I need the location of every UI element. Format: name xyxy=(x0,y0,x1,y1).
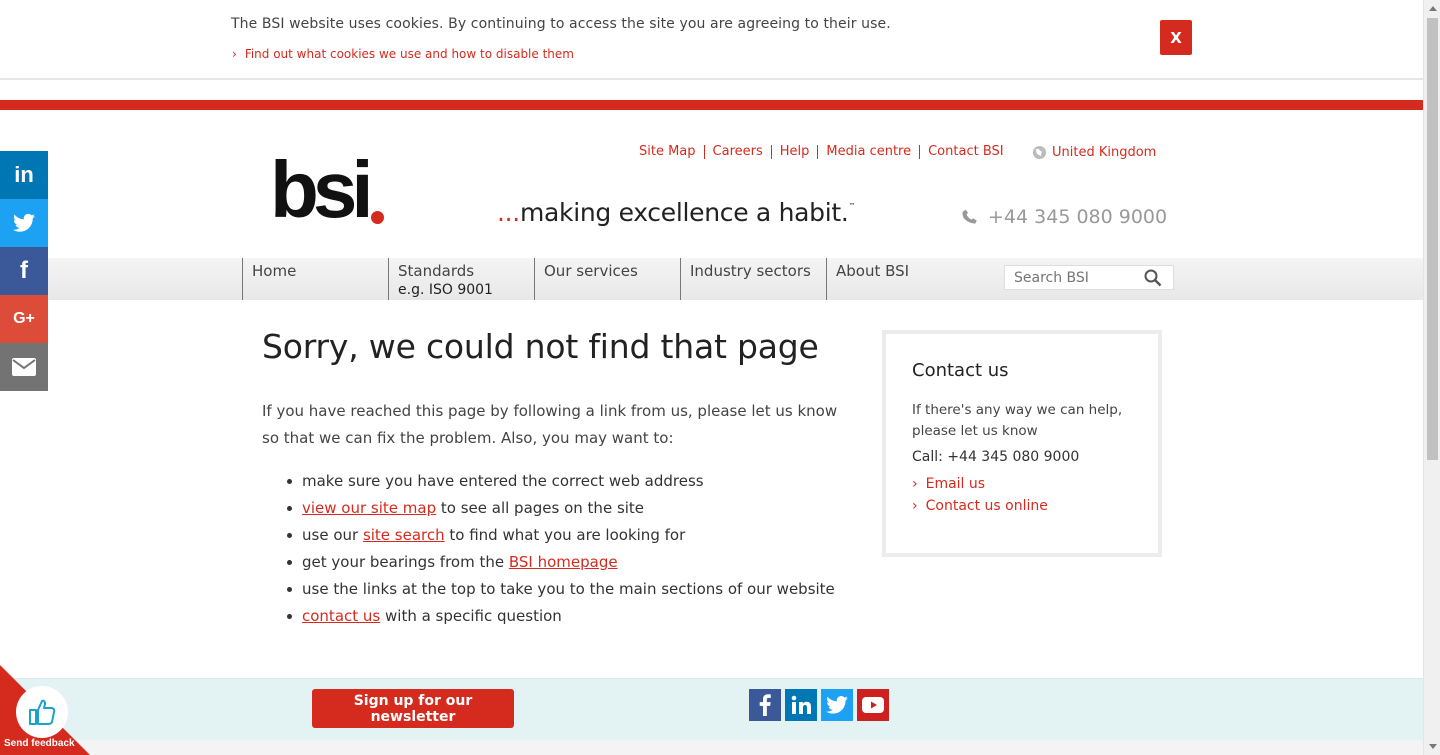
contact-phone: Call: +44 345 080 9000 xyxy=(912,449,1080,465)
cookie-banner: The BSI website uses cookies. By continu… xyxy=(0,0,1423,80)
twitter-icon xyxy=(826,696,848,714)
nav-our-services-label: Our services xyxy=(544,262,638,280)
nav-industry-sectors[interactable]: Industry sectors xyxy=(680,258,826,300)
site-map-link[interactable]: view our site map xyxy=(302,499,436,517)
list-item-text: with a specific question xyxy=(380,607,562,625)
nav-about-bsi-label: About BSI xyxy=(836,262,910,280)
intro-text: If you have reached this page by followi… xyxy=(262,402,838,447)
page-bottom-strip xyxy=(0,740,1423,755)
page-title: Sorry, we could not find that page xyxy=(262,327,819,366)
cookie-info-link[interactable]: › Find out what cookies we use and how to… xyxy=(232,47,574,61)
util-link-careers[interactable]: Careers xyxy=(705,145,772,159)
scroll-down-arrow-icon[interactable] xyxy=(1424,738,1440,755)
facebook-icon xyxy=(759,694,771,716)
nav-home-label: Home xyxy=(252,262,297,280)
scrollbar-thumb[interactable] xyxy=(1427,18,1438,460)
list-item: use the links at the top to take you to … xyxy=(262,576,862,603)
youtube-icon xyxy=(862,697,884,713)
logo-dot xyxy=(371,211,384,224)
scrollbar[interactable] xyxy=(1423,0,1440,755)
globe-icon xyxy=(1032,145,1047,160)
feedback-widget[interactable]: Send feedback xyxy=(0,665,90,755)
list-item-text: to see all pages on the site xyxy=(436,499,645,517)
list-item: make sure you have entered the correct w… xyxy=(262,468,862,495)
tagline-dots: ... xyxy=(497,198,520,227)
util-link-media-centre[interactable]: Media centre xyxy=(818,145,921,159)
cookie-message: The BSI website uses cookies. By continu… xyxy=(231,16,891,32)
nav-standards-sub: e.g. ISO 9001 xyxy=(398,282,493,298)
list-item-text: make sure you have entered the correct w… xyxy=(302,472,704,490)
region-selector[interactable]: United Kingdom xyxy=(1032,145,1156,160)
contact-online-label: Contact us online xyxy=(925,498,1048,514)
list-item-text: get your bearings from the xyxy=(302,553,509,571)
email-us-link[interactable]: › Email us xyxy=(912,473,1132,495)
homepage-link[interactable]: BSI homepage xyxy=(509,553,618,571)
chevron-right-icon: › xyxy=(912,498,918,514)
util-link-site-map[interactable]: Site Map xyxy=(639,145,705,159)
suggestion-list: make sure you have entered the correct w… xyxy=(262,468,862,630)
share-linkedin-button[interactable]: in xyxy=(0,151,48,199)
twitter-icon xyxy=(13,213,35,232)
nav-standards[interactable]: Standards e.g. ISO 9001 xyxy=(388,258,534,300)
footer-twitter-button[interactable] xyxy=(821,689,853,721)
footer-youtube-button[interactable] xyxy=(857,689,889,721)
feedback-circle xyxy=(16,686,68,738)
brand-stripe xyxy=(0,100,1423,110)
trademark-mark: ™ xyxy=(848,202,856,210)
list-item-text: use the links at the top to take you to … xyxy=(302,580,835,598)
newsletter-signup-button[interactable]: Sign up for our newsletter xyxy=(312,689,514,728)
header-phone: +44 345 080 9000 xyxy=(962,206,1167,228)
list-item-text: to find what you are looking for xyxy=(444,526,686,544)
list-item: view our site map to see all pages on th… xyxy=(262,495,862,522)
email-icon xyxy=(12,358,36,376)
thumbs-up-icon xyxy=(29,699,56,725)
social-share-bar: in f G+ xyxy=(0,151,48,391)
facebook-icon: f xyxy=(20,257,28,284)
list-item-text: use our xyxy=(302,526,363,544)
tagline: ...making excellence a habit.™ xyxy=(497,198,856,227)
nav-industry-sectors-label: Industry sectors xyxy=(690,262,811,280)
contact-online-link[interactable]: › Contact us online xyxy=(912,495,1132,517)
feedback-label: Send feedback xyxy=(4,738,75,749)
footer-linkedin-button[interactable] xyxy=(785,689,817,721)
nav-home[interactable]: Home xyxy=(242,258,388,300)
list-item: get your bearings from the BSI homepage xyxy=(262,549,862,576)
contact-box: Contact us If there's any way we can hel… xyxy=(882,330,1162,557)
nav-about-bsi[interactable]: About BSI xyxy=(826,258,972,300)
chevron-right-icon: › xyxy=(912,476,918,492)
google-plus-icon: G+ xyxy=(13,310,35,327)
footer-facebook-button[interactable] xyxy=(749,689,781,721)
util-link-help[interactable]: Help xyxy=(772,145,819,159)
nav-our-services[interactable]: Our services xyxy=(534,258,680,300)
cookie-close-button[interactable]: X xyxy=(1160,20,1192,55)
main-nav: Home Standards e.g. ISO 9001 Our service… xyxy=(48,258,1423,300)
contact-text: If there's any way we can help, please l… xyxy=(912,402,1123,439)
nav-standards-label: Standards xyxy=(398,262,475,280)
share-twitter-button[interactable] xyxy=(0,199,48,247)
share-facebook-button[interactable]: f xyxy=(0,247,48,295)
linkedin-icon xyxy=(791,695,811,714)
header-phone-number: +44 345 080 9000 xyxy=(988,206,1168,228)
phone-icon xyxy=(962,209,977,224)
contact-title: Contact us xyxy=(912,360,1009,381)
region-label: United Kingdom xyxy=(1052,145,1157,160)
share-email-button[interactable] xyxy=(0,343,48,391)
share-google-plus-button[interactable]: G+ xyxy=(0,295,48,343)
list-item: use our site search to find what you are… xyxy=(262,522,862,549)
chevron-right-icon: › xyxy=(232,47,237,61)
linkedin-icon: in xyxy=(14,162,34,187)
tagline-text: making excellence a habit. xyxy=(519,198,849,227)
util-link-contact-bsi[interactable]: Contact BSI xyxy=(920,145,1012,159)
utility-nav: Site Map Careers Help Media centre Conta… xyxy=(639,145,1012,159)
scroll-up-arrow-icon[interactable] xyxy=(1424,0,1440,17)
footer-social-links xyxy=(749,689,889,721)
list-item: contact us with a specific question xyxy=(262,603,862,630)
contact-us-link[interactable]: contact us xyxy=(302,607,380,625)
email-us-label: Email us xyxy=(925,476,986,492)
site-search-link[interactable]: site search xyxy=(363,526,445,544)
search-icon[interactable] xyxy=(1144,269,1162,287)
cookie-info-link-label: Find out what cookies we use and how to … xyxy=(244,47,574,61)
footer-strip xyxy=(0,678,1423,740)
